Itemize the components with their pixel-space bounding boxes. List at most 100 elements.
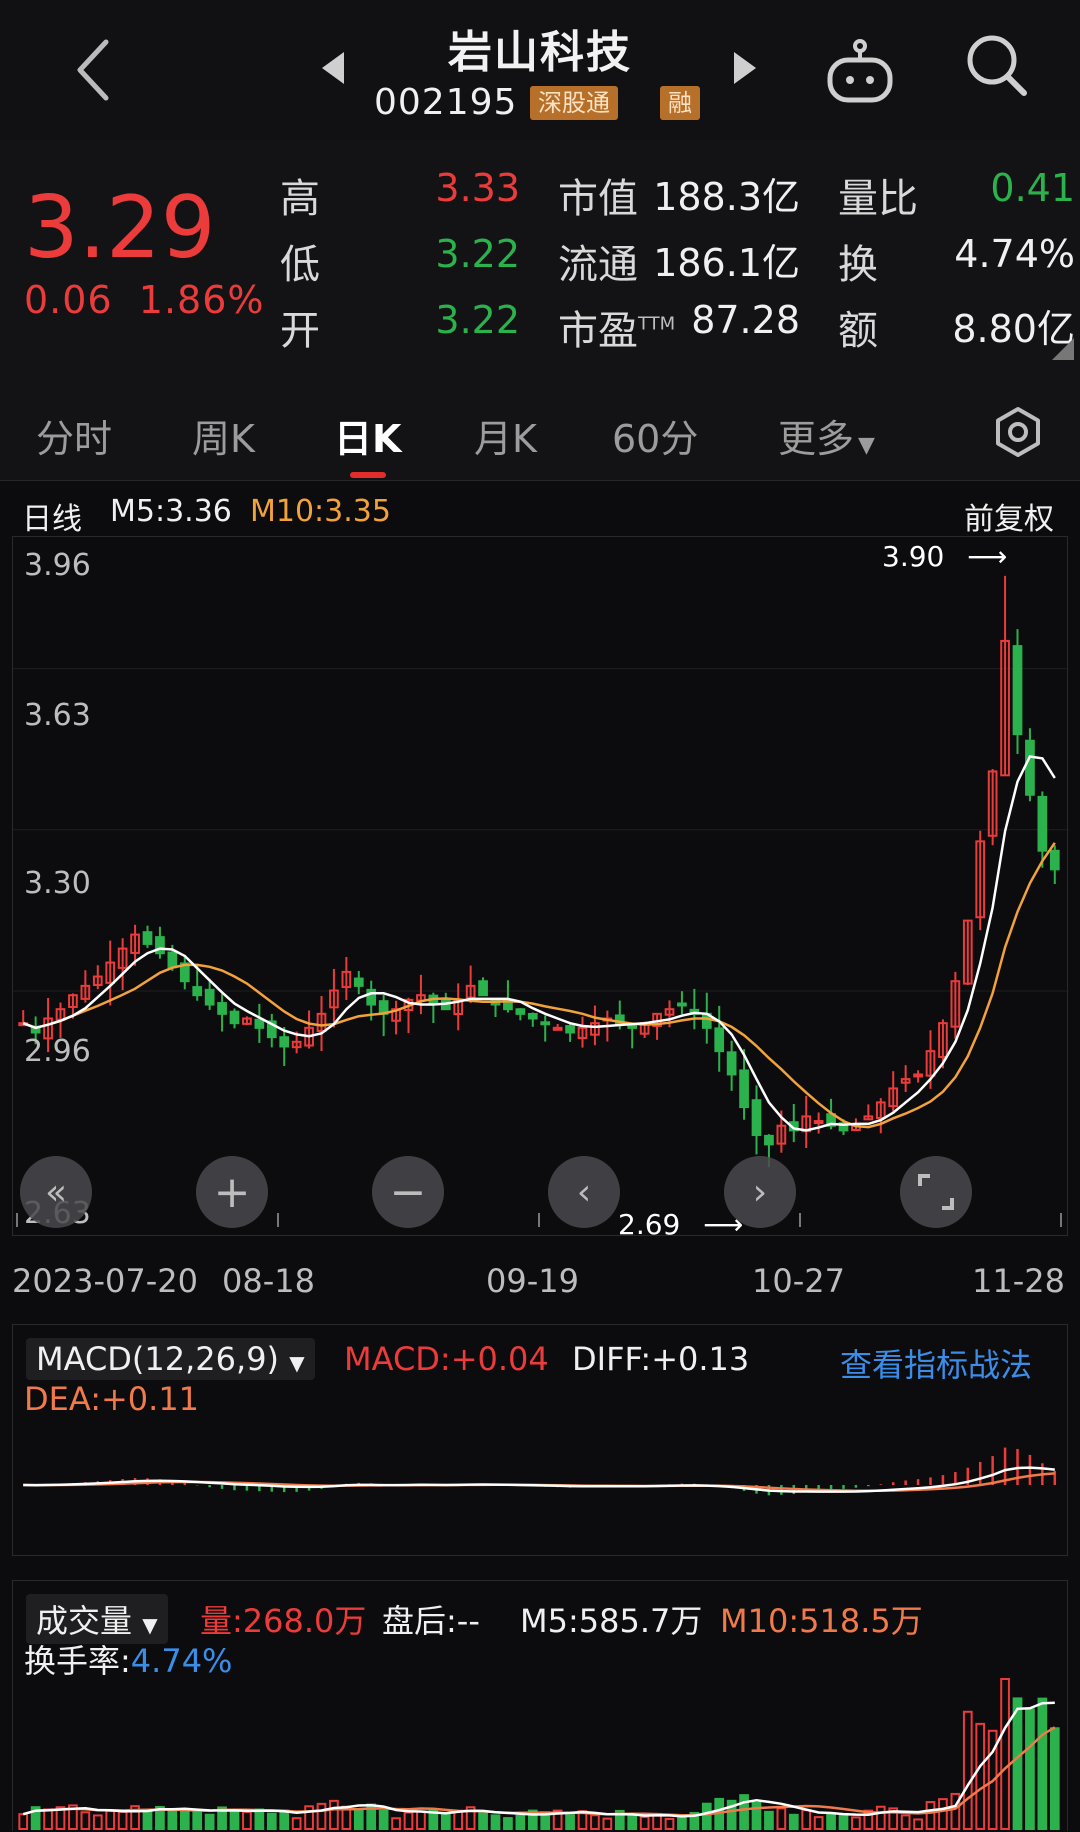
volume-bar: [167, 1809, 178, 1830]
high-marker: 3.90 ⟶: [882, 540, 1007, 573]
volume-bar: [701, 1802, 712, 1831]
volume-bar: [838, 1812, 849, 1830]
scroll-start-button[interactable]: «: [20, 1156, 92, 1228]
volume-bar: [1037, 1697, 1048, 1831]
next-stock-icon[interactable]: [730, 48, 760, 88]
pe-label-text: 市盈: [558, 308, 638, 354]
fullscreen-button[interactable]: [900, 1156, 972, 1228]
low-marker-value: 2.69: [618, 1208, 681, 1241]
scroll-left-button[interactable]: ‹: [548, 1156, 620, 1228]
tab-monthly[interactable]: 月K: [474, 408, 537, 463]
volume-bar: [913, 1818, 923, 1830]
caret-down-icon: ▼: [289, 1351, 305, 1375]
volume-bar: [378, 1809, 389, 1831]
vol-ratio-value: 0.41: [990, 166, 1075, 210]
volume-bar: [291, 1817, 302, 1831]
volume-bar: [192, 1809, 203, 1831]
volume-bar: [254, 1808, 265, 1830]
volume-bar: [279, 1809, 290, 1831]
pe-value: 87.28: [691, 298, 800, 342]
tab-more[interactable]: 更多 ▼: [778, 408, 875, 463]
candle-body: [1025, 739, 1035, 796]
dea-value: DEA:+0.11: [24, 1380, 200, 1418]
date-label-4: 11-28: [972, 1262, 1065, 1300]
low-value: 3.22: [435, 232, 520, 276]
volume-bar: [391, 1817, 401, 1830]
ma5-value: M5:3.36: [110, 494, 232, 529]
high-value: 3.33: [435, 166, 520, 210]
volume-bar: [1012, 1697, 1023, 1830]
last-price: 3.29: [24, 178, 216, 278]
y-tick-3: 2.96: [24, 1034, 91, 1069]
macd-indicator-label: MACD(12,26,9): [36, 1340, 280, 1378]
volume-bar: [962, 1710, 973, 1831]
volume-bar: [92, 1814, 103, 1830]
volume-bar: [590, 1814, 600, 1831]
y-tick-0: 3.96: [24, 548, 91, 583]
hk-connect-badge: 深股通: [530, 86, 618, 120]
tab-60min[interactable]: 60分: [612, 408, 698, 463]
volume-bar: [739, 1794, 749, 1830]
search-icon[interactable]: [962, 30, 1032, 102]
chevron-left-icon: ‹: [576, 1171, 592, 1213]
zoom-out-button[interactable]: −: [372, 1156, 444, 1228]
turnover-rate-label: 换手率:: [24, 1642, 131, 1680]
volume-bar: [1025, 1708, 1035, 1830]
candle-body: [217, 1002, 227, 1015]
volume-bar: [565, 1814, 575, 1831]
turnover-rate: 换手率:4.74%: [24, 1636, 232, 1682]
volume-bar: [627, 1815, 638, 1831]
volume-bar: [602, 1817, 613, 1830]
settings-icon[interactable]: [992, 406, 1044, 458]
scroll-right-button[interactable]: ›: [724, 1156, 796, 1228]
candle-body: [167, 951, 178, 969]
candle-body: [279, 1036, 290, 1048]
tab-more-label: 更多: [778, 417, 855, 461]
candle-body: [353, 977, 364, 987]
candle-body: [229, 1010, 240, 1025]
back-icon[interactable]: [60, 30, 130, 110]
kline-chart[interactable]: [12, 536, 1069, 1236]
robot-assistant-icon[interactable]: [820, 36, 900, 106]
tab-intraday[interactable]: 分时: [36, 408, 112, 463]
macd-indicator-select[interactable]: MACD(12,26,9) ▼: [26, 1338, 315, 1380]
tab-weekly[interactable]: 周K: [192, 408, 255, 463]
volume-bar: [453, 1810, 464, 1830]
volume-bar: [304, 1805, 314, 1830]
volume-bar: [204, 1813, 215, 1830]
after-hours-value: 盘后:--: [382, 1602, 480, 1640]
adjust-mode[interactable]: 前复权: [964, 494, 1054, 538]
expand-corner-icon[interactable]: [1052, 338, 1074, 360]
diff-line: [23, 1466, 1055, 1493]
candle-body: [1012, 645, 1023, 736]
candle-body: [726, 1051, 737, 1076]
vol-m10-line: [22, 1726, 1056, 1817]
volume-bar: [515, 1814, 526, 1830]
turnover-rate-value: 4.74%: [130, 1642, 233, 1680]
volume-bar: [105, 1810, 116, 1831]
ma10-value: M10:3.35: [250, 494, 391, 529]
open-label: 开: [280, 308, 320, 354]
ma10-line: [22, 842, 1056, 1129]
tab-daily[interactable]: 日K: [334, 408, 401, 463]
vol-m5-value: M5:585.7万: [520, 1602, 703, 1640]
open-value: 3.22: [435, 298, 520, 342]
volume-bar: [478, 1811, 488, 1830]
fullscreen-icon: [918, 1174, 954, 1210]
volume-bar: [826, 1813, 836, 1830]
volume-bar: [925, 1801, 936, 1831]
volume-bar: [43, 1808, 53, 1830]
ma5-line: [22, 755, 1056, 1132]
volume-bar: [664, 1817, 675, 1831]
macd-value: MACD:+0.04: [344, 1340, 549, 1378]
zoom-in-button[interactable]: +: [196, 1156, 268, 1228]
volume-bar: [490, 1814, 501, 1831]
candle-body: [254, 1018, 265, 1029]
high-label: 高: [280, 176, 320, 222]
volume-bar: [677, 1815, 687, 1830]
candle-body: [913, 1073, 923, 1078]
volume-bar: [851, 1816, 861, 1830]
volume-bar: [938, 1798, 948, 1830]
candle-body: [192, 986, 203, 997]
indicator-strategy-link[interactable]: 查看指标战法: [840, 1340, 1032, 1386]
